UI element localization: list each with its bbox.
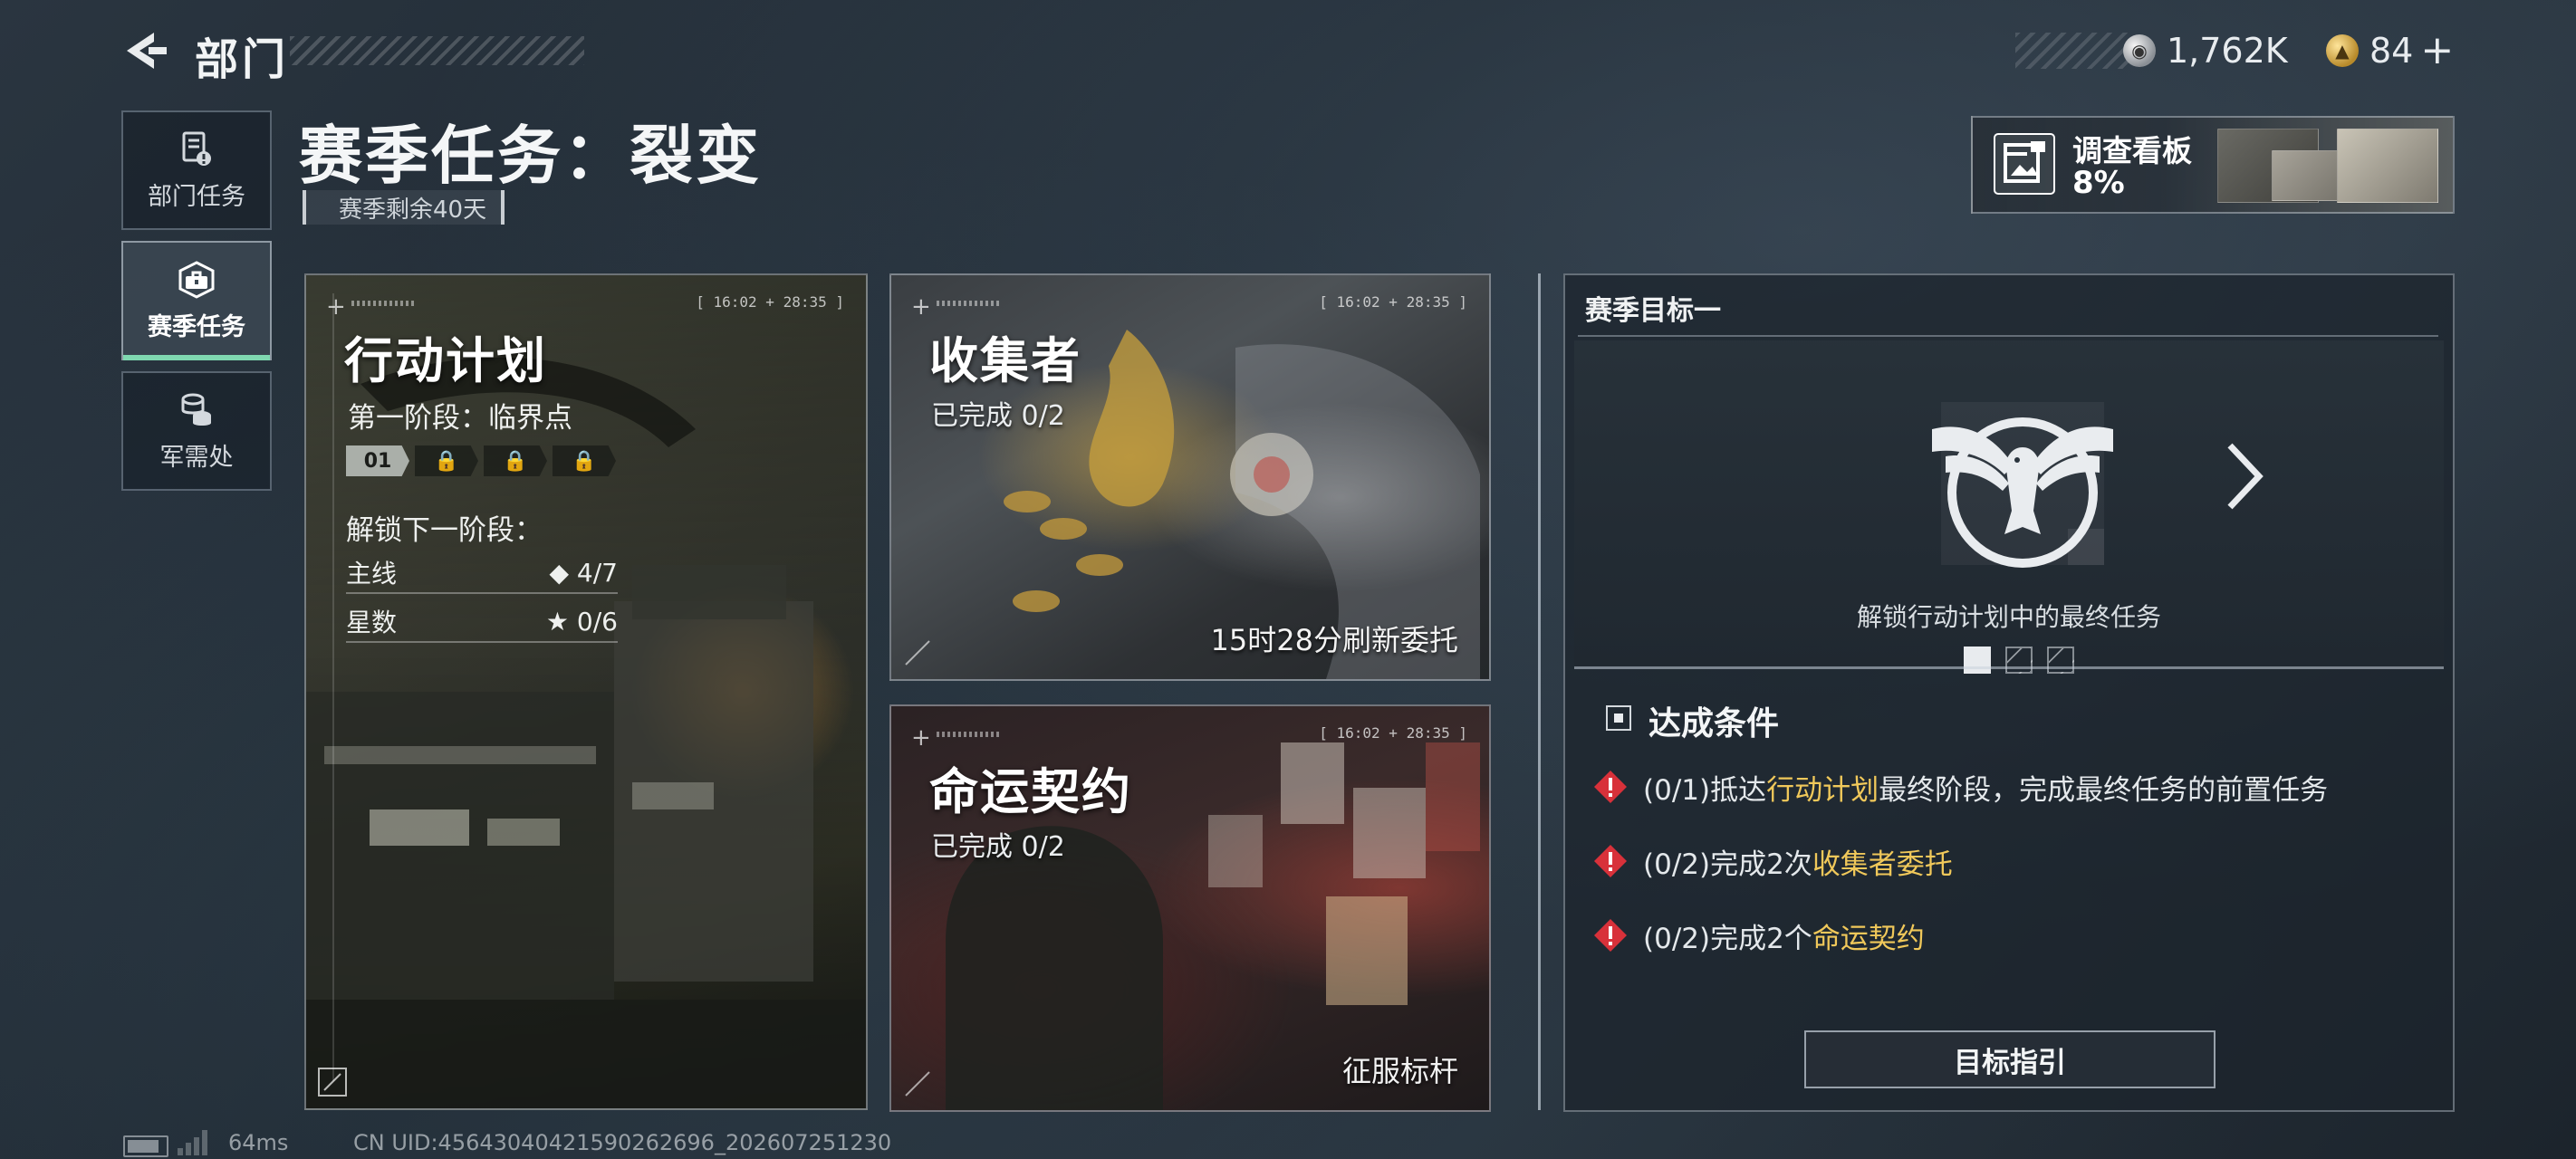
survey-photo (2337, 129, 2438, 203)
condition-row: (0/1)抵达 行动计划 最终阶段，完成最终任务的前置任务 (1592, 764, 2328, 809)
silver-currency-value: 1,762K (2167, 31, 2288, 71)
card-refresh-info: 15时28分刷新委托 (1210, 623, 1458, 657)
card-decoration (937, 732, 1000, 737)
condition-highlight: 收集者委托 (1812, 848, 1953, 881)
page-title: 赛季任务：裂变 (299, 119, 762, 193)
survey-board-icon (1994, 133, 2055, 195)
survey-board-progress: 8% (2072, 165, 2125, 201)
card-status: 已完成 0/2 (931, 831, 1065, 863)
requirement-row: 主线 ◆ 4/7 (346, 552, 618, 594)
corner-bracket-icon (905, 640, 930, 666)
condition-text: (0/2)完成2次 (1643, 848, 1812, 881)
silver-currency: ◉ 1,762K (2123, 27, 2288, 74)
condition-row: (0/2)完成2次 收集者委托 (1592, 838, 1953, 884)
condition-highlight: 行动计划 (1766, 773, 1879, 807)
warning-icon (1594, 919, 1627, 952)
requirement-label: 主线 (346, 559, 398, 589)
next-goal-arrow-icon[interactable] (2217, 440, 2272, 512)
section-divider (1538, 273, 1541, 1110)
lock-icon: 🔒 (553, 445, 616, 476)
silver-coin-icon: ◉ (2123, 34, 2156, 67)
season-task-icon (178, 260, 215, 299)
season-remaining-badge: 赛季剩余40天 (303, 190, 505, 225)
card-time-tag: [ 16:02 + 28:35 ] (1319, 293, 1467, 311)
sidebar-item-label: 军需处 (159, 443, 234, 472)
sidebar-item-season-task[interactable]: 赛季任务 (121, 241, 272, 360)
condition-bullet-icon (1606, 705, 1631, 731)
lock-icon: 🔒 (415, 445, 478, 476)
conditions-title: 达成条件 (1648, 705, 1780, 742)
gold-currency-value: 84 (2369, 31, 2414, 71)
goal-pager-dot[interactable] (2047, 647, 2074, 674)
card-time-tag: [ 16:02 + 28:35 ] (696, 293, 844, 311)
survey-board-button[interactable]: 调查看板 8% (1971, 116, 2455, 214)
stage-progress-bar: 01 🔒 🔒 🔒 (346, 445, 616, 476)
condition-highlight: 命运契约 (1812, 922, 1925, 955)
card-title: 行动计划 (344, 332, 547, 389)
user-uid: CN UID:4564304042159026269​6_20260725123… (353, 1130, 892, 1155)
crosshair-icon: + (326, 293, 346, 321)
card-time-tag: [ 16:02 + 28:35 ] (1319, 724, 1467, 742)
survey-board-title: 调查看板 (2072, 133, 2192, 168)
condition-text: 最终阶段，完成最终任务的前置任务 (1879, 773, 2329, 807)
warning-icon (1594, 771, 1627, 803)
crosshair-icon: + (911, 724, 931, 752)
fate-contract-card[interactable]: + [ 16:02 + 28:35 ] 命运契约 已完成 0/2 征服标杆 (889, 704, 1491, 1112)
signal-icon (178, 1128, 210, 1155)
goal-guide-button[interactable]: 目标指引 (1804, 1030, 2216, 1088)
current-stage-label: 第一阶段：临界点 (348, 402, 572, 435)
corner-bracket-icon (905, 1071, 930, 1097)
add-currency-button[interactable]: + (2420, 31, 2454, 71)
eagle-emblem-icon (1932, 402, 2113, 568)
goal-pager-dot[interactable] (1964, 647, 1991, 674)
goal-pager-dot[interactable] (2005, 647, 2033, 674)
divider (1574, 666, 2444, 669)
condition-text: (0/2)完成2个 (1643, 922, 1812, 955)
ping-indicator: 64ms (228, 1130, 289, 1155)
condition-text: (0/1)抵达 (1643, 773, 1767, 807)
battery-icon (123, 1135, 168, 1157)
currency-decoration (2015, 33, 2129, 69)
header-title: 部门 (195, 34, 290, 85)
lock-icon: 🔒 (484, 445, 547, 476)
supply-icon (181, 393, 211, 426)
requirement-value: ★ 0/6 (545, 606, 618, 637)
divider (1578, 335, 2438, 337)
goal-emblem-area: 解锁行动计划中的最终任务 (1574, 340, 2444, 674)
sidebar-item-supply[interactable]: 军需处 (121, 371, 272, 491)
gold-currency: ▲ 84 + (2326, 27, 2454, 74)
unlock-next-stage-label: 解锁下一阶段： (346, 514, 543, 547)
card-decoration (937, 301, 1000, 306)
stage-segment: 01 (346, 445, 409, 476)
card-footer-label: 征服标杆 (1341, 1054, 1458, 1088)
corner-bracket-icon (318, 1068, 347, 1097)
collector-card[interactable]: + [ 16:02 + 28:35 ] 收集者 已完成 0/2 15时28分刷新… (889, 273, 1491, 681)
condition-row: (0/2)完成2个 命运契约 (1592, 913, 1925, 958)
back-arrow-icon[interactable] (118, 25, 168, 76)
sidebar-item-label: 部门任务 (148, 182, 245, 211)
sidebar-item-label: 赛季任务 (148, 312, 245, 341)
gold-token-icon: ▲ (2326, 34, 2359, 67)
requirement-label: 星数 (346, 608, 398, 637)
operation-plan-card[interactable]: + [ 16:02 + 28:35 ] 行动计划 第一阶段：临界点 01 🔒 🔒… (304, 273, 868, 1110)
goal-caption: 解锁行动计划中的最终任务 (1856, 602, 2161, 632)
warning-icon (1594, 845, 1627, 877)
header-decoration (290, 36, 584, 65)
requirement-value: ◆ 4/7 (549, 557, 619, 588)
card-decoration (351, 301, 415, 306)
crosshair-icon: + (911, 293, 931, 321)
department-task-icon (182, 131, 211, 166)
requirement-row: 星数 ★ 0/6 (346, 601, 618, 643)
goal-title: 赛季目标一 (1585, 295, 1721, 327)
sidebar-item-department-task[interactable]: 部门任务 (121, 110, 272, 230)
card-title: 收集者 (929, 332, 1081, 389)
card-status: 已完成 0/2 (931, 400, 1065, 432)
card-title: 命运契约 (929, 763, 1132, 820)
season-goal-panel: 赛季目标一 解锁行动计划中的最终任务 达成条件 (0/1)抵达 行动计划 最终阶… (1563, 273, 2455, 1112)
